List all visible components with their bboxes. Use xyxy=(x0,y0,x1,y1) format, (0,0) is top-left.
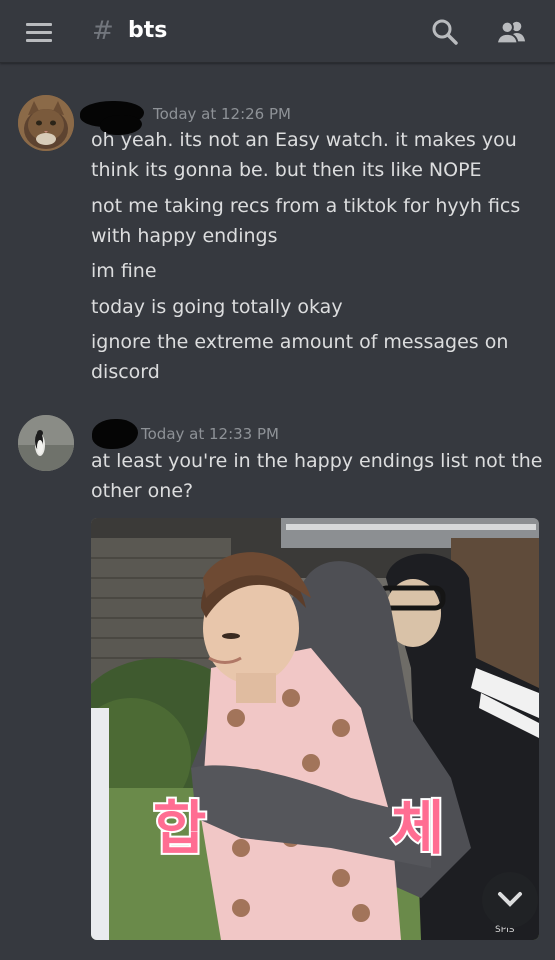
message-text: not me taking recs from a tiktok for hyy… xyxy=(91,195,521,217)
redacted-username xyxy=(92,419,138,449)
members-icon[interactable] xyxy=(496,18,526,46)
channel-header: # bts xyxy=(0,0,555,63)
message-text: today is going totally okay xyxy=(91,296,343,318)
message-text: ignore the extreme amount of messages on xyxy=(91,331,509,353)
caption-left: 합 xyxy=(153,794,206,862)
attachment-photo: 합 체 SPIS xyxy=(91,518,539,940)
message-text: discord xyxy=(91,361,160,383)
cat-avatar-image xyxy=(18,95,74,151)
image-attachment[interactable]: 합 체 SPIS xyxy=(91,518,539,940)
menu-icon[interactable] xyxy=(26,23,54,43)
message-text: im fine xyxy=(91,260,157,282)
message-text: with happy endings xyxy=(91,225,278,247)
caption-right: 체 xyxy=(391,794,444,862)
avatar[interactable] xyxy=(18,95,74,151)
search-icon[interactable] xyxy=(430,18,460,46)
channel-name: bts xyxy=(128,18,168,43)
message-list[interactable]: Today at 12:26 PM oh yeah. its not an Ea… xyxy=(0,63,555,960)
penguin-avatar-image xyxy=(18,415,74,471)
message-text: think its gonna be. but then its like NO… xyxy=(91,159,482,181)
message-text: other one? xyxy=(91,480,194,502)
message-text: at least you're in the happy endings lis… xyxy=(91,450,543,472)
message-text: oh yeah. its not an Easy watch. it makes… xyxy=(91,129,517,151)
message-timestamp: Today at 12:33 PM xyxy=(141,425,279,443)
avatar[interactable] xyxy=(18,415,74,471)
chevron-down-icon xyxy=(498,892,522,907)
jump-to-bottom-button[interactable] xyxy=(482,872,538,928)
message-timestamp: Today at 12:26 PM xyxy=(153,105,291,123)
channel-hash-icon: # xyxy=(92,16,114,46)
